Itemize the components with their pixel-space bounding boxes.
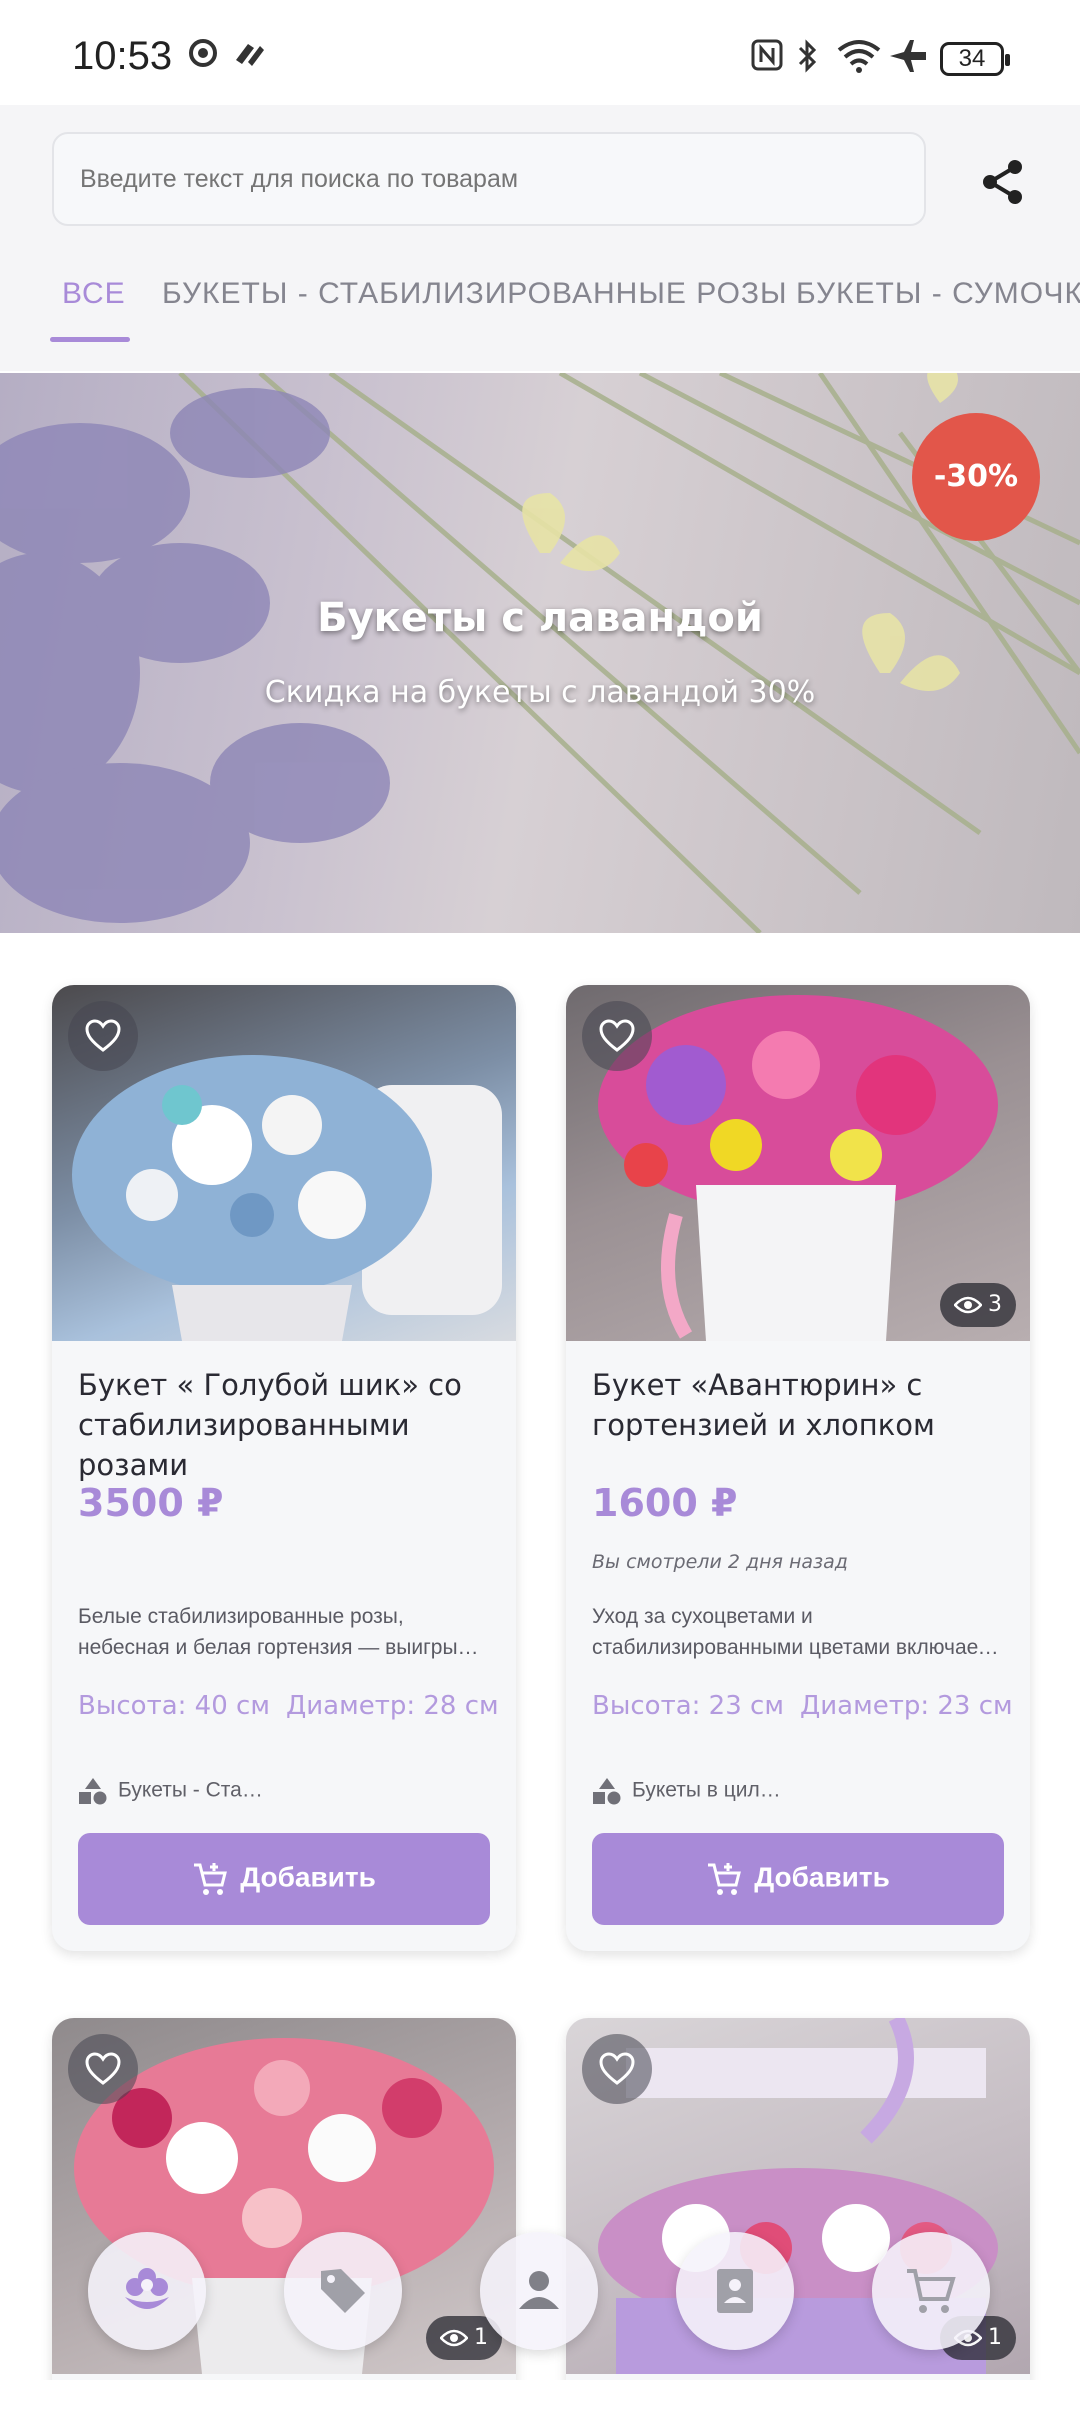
gesture-bar-area xyxy=(0,2380,1080,2412)
app-notification-icon xyxy=(236,44,264,66)
category-icon xyxy=(593,1778,621,1805)
favorite-button[interactable] xyxy=(582,2034,652,2104)
eye-icon xyxy=(953,1296,983,1314)
add-cart-icon xyxy=(194,1863,228,1895)
product-height: Высота: 23 см xyxy=(592,1691,784,1721)
category-icon xyxy=(79,1778,107,1805)
product-card[interactable]: 1 xyxy=(52,2018,516,2412)
tab-all[interactable]: ВСЕ xyxy=(62,277,126,311)
chrome-icon xyxy=(189,39,217,67)
favorite-button[interactable] xyxy=(68,1001,138,1071)
nfc-icon xyxy=(751,39,783,71)
favorite-button[interactable] xyxy=(582,1001,652,1071)
heart-icon xyxy=(599,1019,635,1052)
tab-handbag-bouquets[interactable]: БУКЕТЫ - СУМОЧКИ xyxy=(796,277,1080,311)
product-height: Высота: 40 см xyxy=(78,1691,270,1721)
banner-title: Букеты с лавандой xyxy=(317,595,763,641)
status-bar: 10:53 34 xyxy=(0,0,1080,105)
product-dimensions: Высота: 23 см Диаметр: 23 см xyxy=(592,1691,1013,1721)
product-title: Букет «Авантюрин» с гортензией и хлопком xyxy=(592,1368,935,1442)
product-description: Уход за сухоцветами и стабилизированными… xyxy=(592,1605,1006,1659)
add-to-cart-button[interactable]: Добавить xyxy=(78,1833,490,1925)
product-description: Белые стабилизированные розы, небесная и… xyxy=(78,1605,479,1659)
product-title: Букет « Голубой шик» со стабилизированны… xyxy=(78,1368,462,1482)
tag-icon xyxy=(321,2269,365,2313)
product-price: 1600 ₽ xyxy=(592,1481,738,1525)
discount-badge: -30% xyxy=(912,413,1040,541)
heart-icon xyxy=(85,1019,121,1052)
product-dimensions: Высота: 40 см Диаметр: 28 см xyxy=(78,1691,499,1721)
product-category: Букеты в цил… xyxy=(592,1777,781,1805)
search-input[interactable] xyxy=(52,132,926,226)
product-card[interactable]: 3 Букет «Авантюрин» с гортензией и хлопк… xyxy=(566,985,1030,1951)
promo-banner[interactable]: -30% Букеты с лавандой Скидка на букеты … xyxy=(0,373,1080,933)
heart-icon xyxy=(599,2052,635,2085)
product-price: 3500 ₽ xyxy=(78,1481,224,1525)
category-tabs: ВСЕ БУКЕТЫ - СТАБИЛИЗИРОВАННЫЕ РОЗЫ БУКЕ… xyxy=(0,255,1080,345)
airplane-mode-icon xyxy=(890,40,926,72)
banner-subtitle: Скидка на букеты с лавандой 30% xyxy=(264,675,816,710)
flower-icon xyxy=(125,2268,169,2309)
contacts-icon xyxy=(717,2269,753,2313)
nav-catalog-button[interactable] xyxy=(88,2232,206,2350)
app-header: ВСЕ БУКЕТЫ - СТАБИЛИЗИРОВАННЫЕ РОЗЫ БУКЕ… xyxy=(0,105,1080,371)
add-to-cart-button[interactable]: Добавить xyxy=(592,1833,1004,1925)
views-counter: 3 xyxy=(940,1283,1016,1327)
nav-profile-button[interactable] xyxy=(480,2232,598,2350)
battery-indicator: 34 xyxy=(940,42,1010,76)
nav-contacts-button[interactable] xyxy=(676,2232,794,2350)
product-card[interactable]: 1 xyxy=(566,2018,1030,2412)
share-icon[interactable] xyxy=(978,157,1028,207)
product-diameter: Диаметр: 28 см xyxy=(285,1691,499,1721)
cart-icon xyxy=(907,2269,956,2313)
nav-sales-button[interactable] xyxy=(284,2232,402,2350)
recently-viewed-note: Вы смотрели 2 дня назад xyxy=(592,1551,848,1573)
product-category: Букеты - Ста… xyxy=(78,1777,263,1805)
product-card[interactable]: Букет « Голубой шик» со стабилизированны… xyxy=(52,985,516,1951)
favorite-button[interactable] xyxy=(68,2034,138,2104)
bluetooth-icon xyxy=(798,39,817,73)
heart-icon xyxy=(85,2052,121,2085)
add-cart-icon xyxy=(708,1863,742,1895)
eye-icon xyxy=(439,2329,469,2347)
tab-stabilized-roses[interactable]: БУКЕТЫ - СТАБИЛИЗИРОВАННЫЕ РОЗЫ xyxy=(162,277,788,311)
wifi-icon xyxy=(837,40,881,73)
active-tab-indicator xyxy=(50,337,130,342)
product-diameter: Диаметр: 23 см xyxy=(799,1691,1013,1721)
nav-cart-button[interactable] xyxy=(872,2232,990,2350)
profile-icon xyxy=(519,2271,559,2309)
status-time: 10:53 xyxy=(72,34,173,78)
